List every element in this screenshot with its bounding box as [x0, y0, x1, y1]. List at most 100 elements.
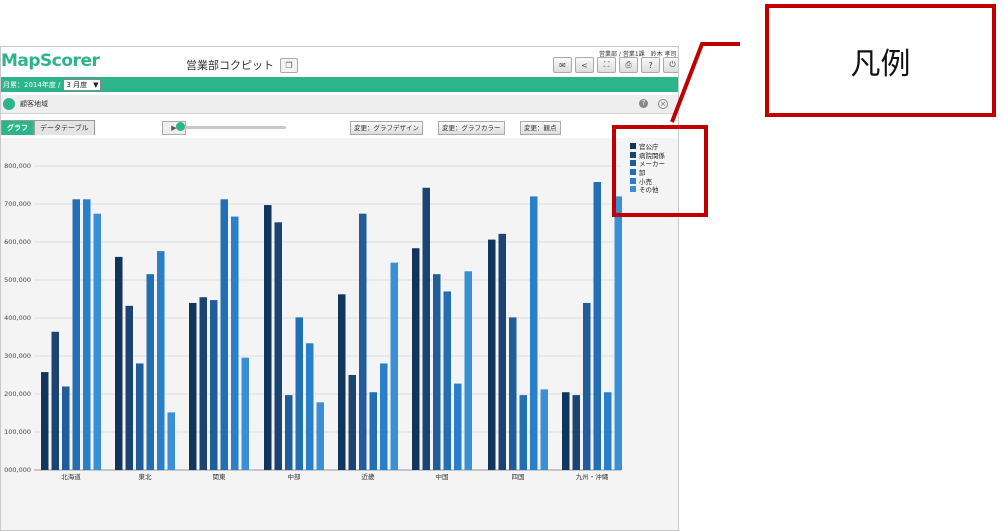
x-tick-label: 北海道 [61, 472, 81, 481]
y-tick-label: 500,000 [4, 276, 31, 284]
help-circle-icon[interactable]: ? [639, 99, 648, 108]
bar[interactable] [572, 395, 581, 470]
bar[interactable] [157, 251, 165, 470]
bar[interactable] [41, 372, 49, 470]
legend-swatch [630, 160, 636, 167]
y-tick-label: 400,000 [4, 314, 31, 322]
bar[interactable] [583, 302, 591, 470]
x-tick-label: 中国 [436, 472, 449, 481]
legend-swatch [630, 143, 636, 150]
month-select[interactable]: 3 月度 ▼ [63, 78, 102, 91]
bar[interactable] [167, 412, 176, 470]
close-icon[interactable]: × [658, 99, 668, 109]
bar[interactable] [433, 274, 441, 470]
bar[interactable] [422, 187, 431, 470]
tab-graph[interactable]: グラフ [1, 120, 34, 135]
legend-swatch [630, 177, 636, 184]
x-tick-label: 東北 [139, 472, 153, 481]
bar[interactable] [264, 205, 272, 470]
bar[interactable] [454, 383, 462, 470]
y-tick-label: 700,000 [4, 200, 31, 208]
chart-legend: 官公庁 病院関係 メーカー卸小売 その他 [630, 142, 665, 194]
y-tick-label: 100,000 [4, 428, 31, 436]
bar[interactable] [540, 389, 549, 470]
time-slider[interactable] [178, 126, 286, 129]
bar[interactable] [562, 392, 570, 470]
bar[interactable] [241, 357, 250, 470]
bar[interactable] [359, 213, 367, 470]
bar[interactable] [210, 300, 218, 470]
bar[interactable] [498, 233, 507, 470]
bar[interactable] [369, 392, 378, 470]
app-window: MapScorer 営業部コクピット ❐ 営業部 / 営業1課 鈴木 孝司 ✉ … [0, 46, 679, 531]
bar[interactable] [488, 239, 496, 470]
bar[interactable] [316, 402, 325, 470]
section-header: 顧客地域 ? × [1, 95, 678, 114]
legend-swatch [630, 186, 636, 193]
bar[interactable] [412, 248, 420, 470]
change-color-button[interactable]: 変更：グラフカラー [438, 121, 505, 135]
y-tick-label: 000,000 [4, 466, 31, 474]
legend-swatch [630, 169, 636, 176]
change-viewpoint-button[interactable]: 変更：観点 [520, 121, 561, 135]
bar[interactable] [62, 386, 70, 470]
bar[interactable] [464, 271, 473, 470]
legend-swatch [630, 151, 636, 158]
bar[interactable] [146, 274, 155, 470]
bar[interactable] [189, 302, 197, 470]
x-tick-label: 九州・沖縄 [576, 472, 609, 481]
bar[interactable] [72, 199, 81, 470]
app-logo: MapScorer [1, 51, 100, 71]
legend-item[interactable]: メーカー [630, 159, 665, 168]
bar[interactable] [83, 199, 91, 470]
change-design-button[interactable]: 変更：グラフデザイン [350, 121, 423, 135]
bar[interactable] [380, 363, 388, 470]
bar[interactable] [348, 374, 357, 470]
bar[interactable] [136, 363, 144, 470]
y-tick-label: 300,000 [4, 352, 31, 360]
slider-handle[interactable] [176, 122, 185, 131]
bar[interactable] [125, 305, 134, 470]
bar[interactable] [519, 395, 528, 470]
bar[interactable] [295, 317, 304, 470]
y-tick-label: 600,000 [4, 238, 31, 246]
legend-label: その他 [639, 186, 659, 195]
bar[interactable] [593, 182, 602, 470]
share-icon[interactable]: < [575, 57, 594, 73]
bar[interactable] [443, 291, 452, 470]
x-tick-label: 近畿 [362, 472, 376, 481]
bar[interactable] [51, 331, 60, 470]
title-area: 営業部コクピット ❐ [186, 57, 298, 73]
bar[interactable] [274, 222, 283, 470]
bar[interactable] [509, 317, 517, 470]
fullscreen-icon[interactable]: ⛶ [597, 57, 616, 73]
power-icon[interactable]: ⏻ [663, 57, 678, 73]
chevron-down-icon: ▼ [93, 80, 99, 89]
bar[interactable] [338, 294, 346, 470]
x-tick-label: 中部 [288, 472, 302, 481]
bar[interactable] [220, 199, 229, 470]
bar-chart: 000,000 100,000 200,000 300,000 400,000 500,0… [4, 162, 623, 481]
bar[interactable] [306, 343, 314, 470]
bar[interactable] [390, 262, 399, 470]
legend-item[interactable]: その他 [630, 185, 665, 194]
month-value: 3 月度 [66, 80, 88, 89]
period-label: 月累：2014年度 / [3, 80, 61, 89]
bar[interactable] [115, 256, 123, 470]
y-tick-label: 800,000 [4, 162, 31, 170]
y-tick-label: 200,000 [4, 390, 31, 398]
bar[interactable] [285, 395, 293, 470]
help-icon[interactable]: ? [641, 57, 660, 73]
section-title: 顧客地域 [20, 100, 48, 108]
copy-icon[interactable]: ❐ [280, 57, 298, 73]
bar[interactable] [231, 216, 239, 470]
mail-icon[interactable]: ✉ [553, 57, 572, 73]
bar[interactable] [530, 196, 538, 470]
bar[interactable] [604, 392, 612, 470]
x-tick-label: 関東 [213, 472, 227, 481]
bar[interactable] [199, 297, 208, 470]
print-icon[interactable]: ⎙ [619, 57, 638, 73]
tab-data-table[interactable]: データテーブル [34, 120, 95, 135]
bar[interactable] [614, 196, 623, 470]
bar[interactable] [93, 213, 102, 470]
